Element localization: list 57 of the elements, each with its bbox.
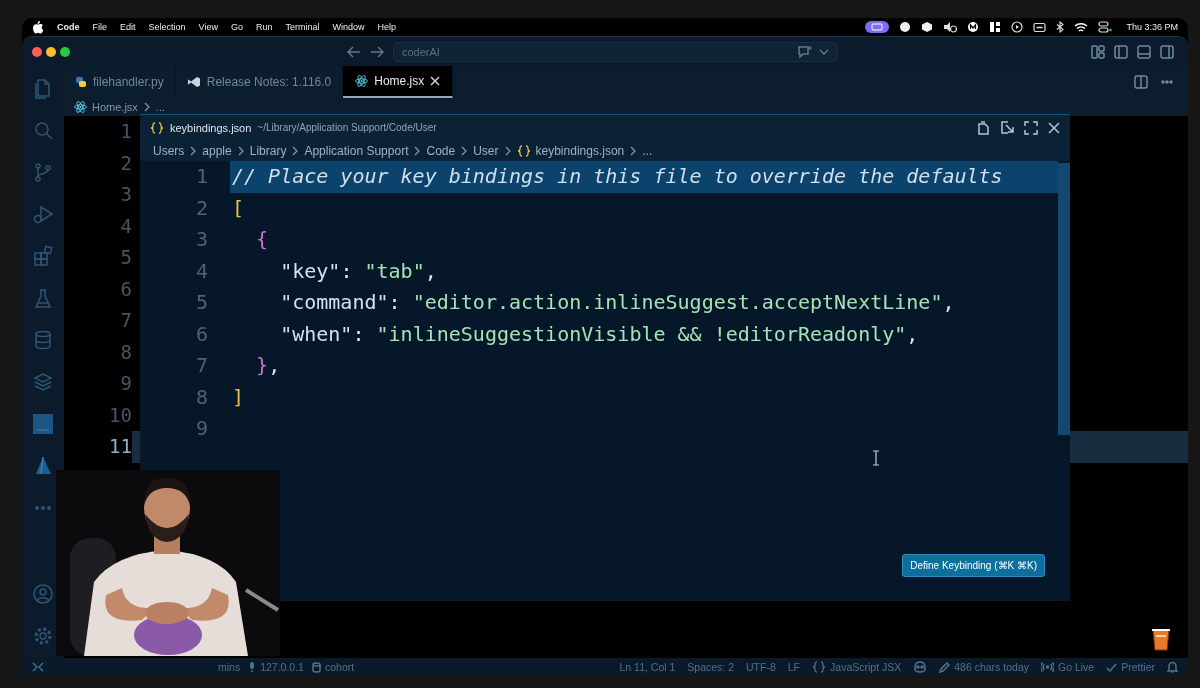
line-number: 3 <box>194 226 209 253</box>
breadcrumb-item[interactable]: Home.jsx <box>92 101 138 113</box>
line-number: 6 <box>119 276 132 302</box>
menubar-clock: Thu 3:36 PM <box>1126 22 1178 32</box>
menu-item[interactable]: Selection <box>148 22 186 32</box>
line-number: 4 <box>194 257 209 285</box>
line-number: 5 <box>119 245 132 270</box>
code-line: ] <box>231 383 246 411</box>
peek-file-path: ~/Library/Application Support/Code/User <box>257 122 437 133</box>
breadcrumb-item[interactable]: Application Support <box>304 143 409 158</box>
line-number: 1 <box>194 163 209 190</box>
line-number: 8 <box>194 383 209 411</box>
status-item[interactable]: 486 chars today <box>939 661 1029 673</box>
code-line: "key": "tab", <box>279 257 438 285</box>
breadcrumb-item[interactable]: Code <box>426 143 456 158</box>
line-number: 11 <box>108 434 132 459</box>
breadcrumb-item[interactable]: ... <box>155 101 165 113</box>
line-number: 7 <box>119 308 132 333</box>
line-number: 2 <box>194 194 209 222</box>
line-number: 4 <box>119 213 132 239</box>
line-number: 9 <box>194 415 209 442</box>
menu-item[interactable]: File <box>92 22 107 32</box>
menu-item[interactable]: Go <box>230 22 243 32</box>
code-line: [ <box>231 194 246 222</box>
line-number: 10 <box>108 402 132 428</box>
menu-item[interactable]: View <box>198 22 218 32</box>
peek-file-name: keybindings.json <box>170 121 252 134</box>
code-line: "when": "inlineSuggestionVisible && !editorReadonly", <box>279 320 920 348</box>
editor-tab[interactable]: Home.jsx <box>343 66 454 98</box>
line-number: 9 <box>119 371 132 396</box>
code-line: "command": "editor.action.inlineSuggest.acceptNextLine", <box>279 289 956 316</box>
breadcrumb-item[interactable]: apple <box>202 143 232 158</box>
breadcrumb-item[interactable]: User <box>473 143 499 158</box>
line-number: 5 <box>194 289 209 316</box>
breadcrumb-item[interactable]: ... <box>642 143 653 158</box>
line-number: 6 <box>194 320 209 348</box>
line-number: 1 <box>119 119 132 144</box>
define-keybinding-button[interactable]: Define Keybinding (⌘K ⌘K) <box>902 554 1045 577</box>
status-item[interactable]: JavaScript JSX <box>812 661 902 673</box>
menu-item[interactable]: Edit <box>120 22 136 32</box>
app-menu[interactable]: Code <box>57 22 80 32</box>
status-item[interactable]: 127.0.0.1 <box>248 661 304 673</box>
status-item[interactable]: Go Live <box>1040 661 1095 673</box>
menu-item[interactable]: Terminal <box>285 22 320 32</box>
breadcrumb-item[interactable]: Library <box>249 143 287 158</box>
menu-item[interactable]: Window <box>332 22 365 32</box>
menu-item[interactable]: Help <box>377 22 396 32</box>
status-item[interactable]: UTF-8 <box>746 661 776 673</box>
line-number: 7 <box>194 352 209 379</box>
code-line: }, <box>255 352 282 379</box>
code-line: { <box>255 226 270 253</box>
line-number: 3 <box>119 182 132 207</box>
breadcrumb-item[interactable]: Users <box>153 143 185 158</box>
breadcrumb-item[interactable]: keybindings.json <box>535 143 625 158</box>
line-number: 8 <box>119 339 132 365</box>
line-number: 2 <box>119 150 132 176</box>
menu-item[interactable]: Run <box>255 22 273 32</box>
